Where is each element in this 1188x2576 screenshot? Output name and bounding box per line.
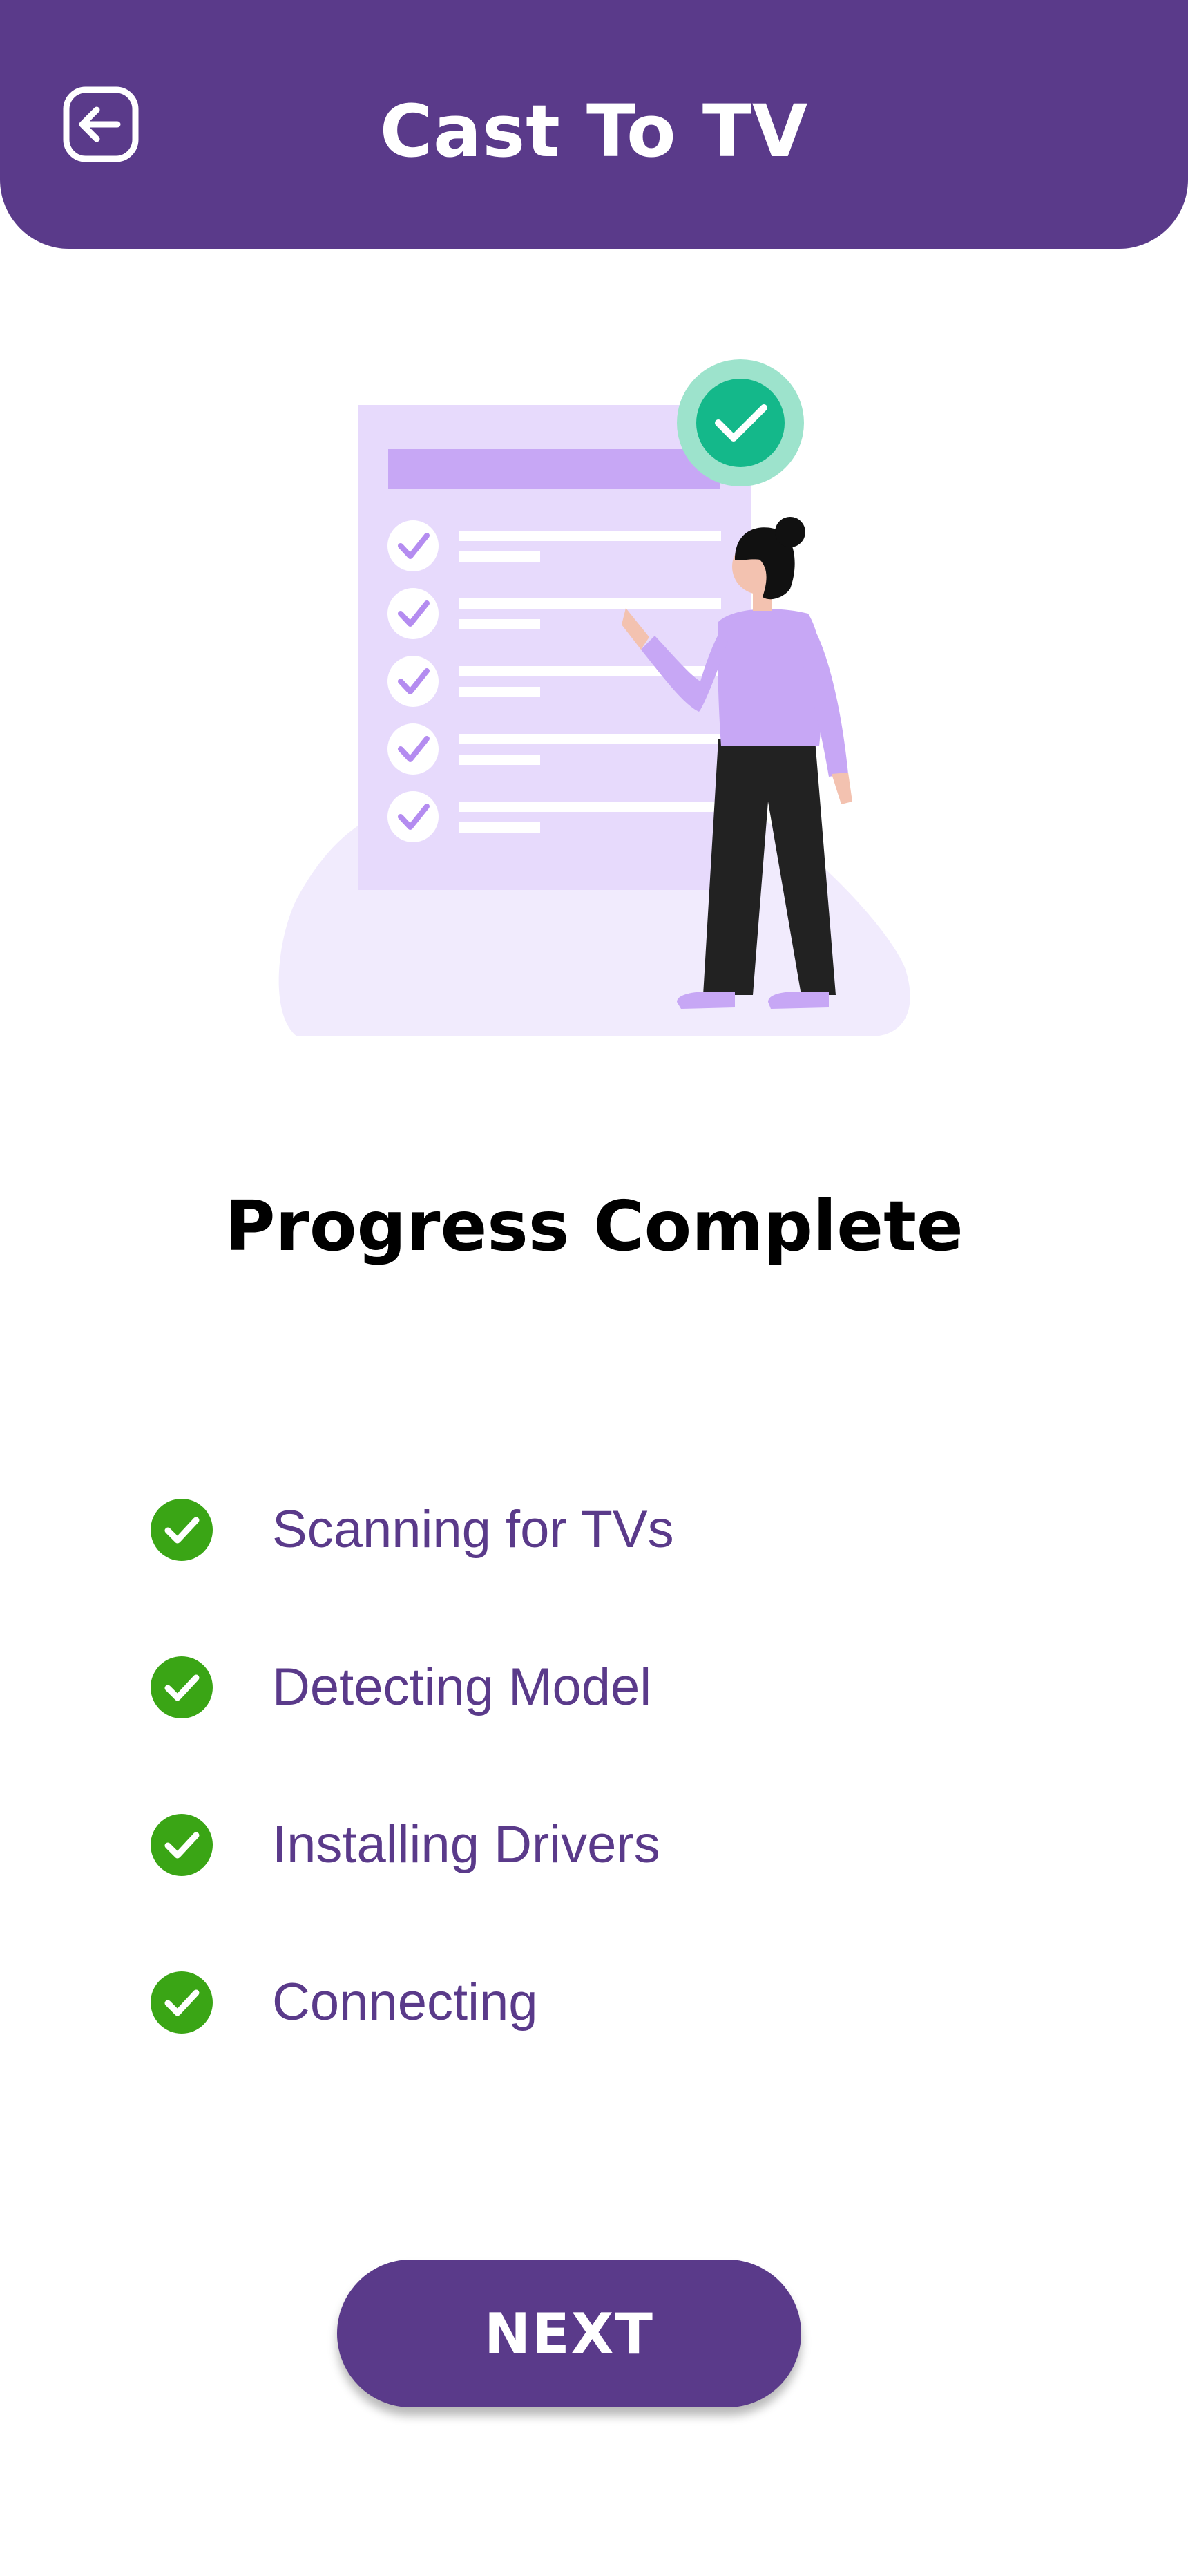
app-header: Cast To TV (0, 0, 1188, 249)
list-item: Detecting Model (151, 1609, 1048, 1766)
step-label: Connecting (272, 1973, 538, 2032)
page-title: Cast To TV (379, 89, 809, 173)
check-circle-icon (151, 1814, 213, 1876)
progress-title: Progress Complete (224, 1186, 964, 1267)
next-button-label: NEXT (484, 2301, 654, 2366)
check-circle-icon (151, 1656, 213, 1718)
step-label: Scanning for TVs (272, 1500, 674, 1559)
step-label: Detecting Model (272, 1658, 652, 1716)
illustration-graphic (278, 359, 910, 1036)
list-item: Scanning for TVs (151, 1451, 1048, 1609)
check-circle-icon (151, 1499, 213, 1561)
list-item: Installing Drivers (151, 1766, 1048, 1924)
next-button[interactable]: NEXT (337, 2260, 801, 2407)
steps-list: Scanning for TVs Detecting Model Install… (151, 1451, 1048, 2081)
checklist-woman-illustration (276, 345, 912, 1036)
step-label: Installing Drivers (272, 1815, 660, 1874)
cast-to-tv-screen: Cast To TV Progress Complete Scanning fo… (0, 0, 1188, 2576)
list-item: Connecting (151, 1924, 1048, 2081)
check-circle-icon (151, 1971, 213, 2034)
